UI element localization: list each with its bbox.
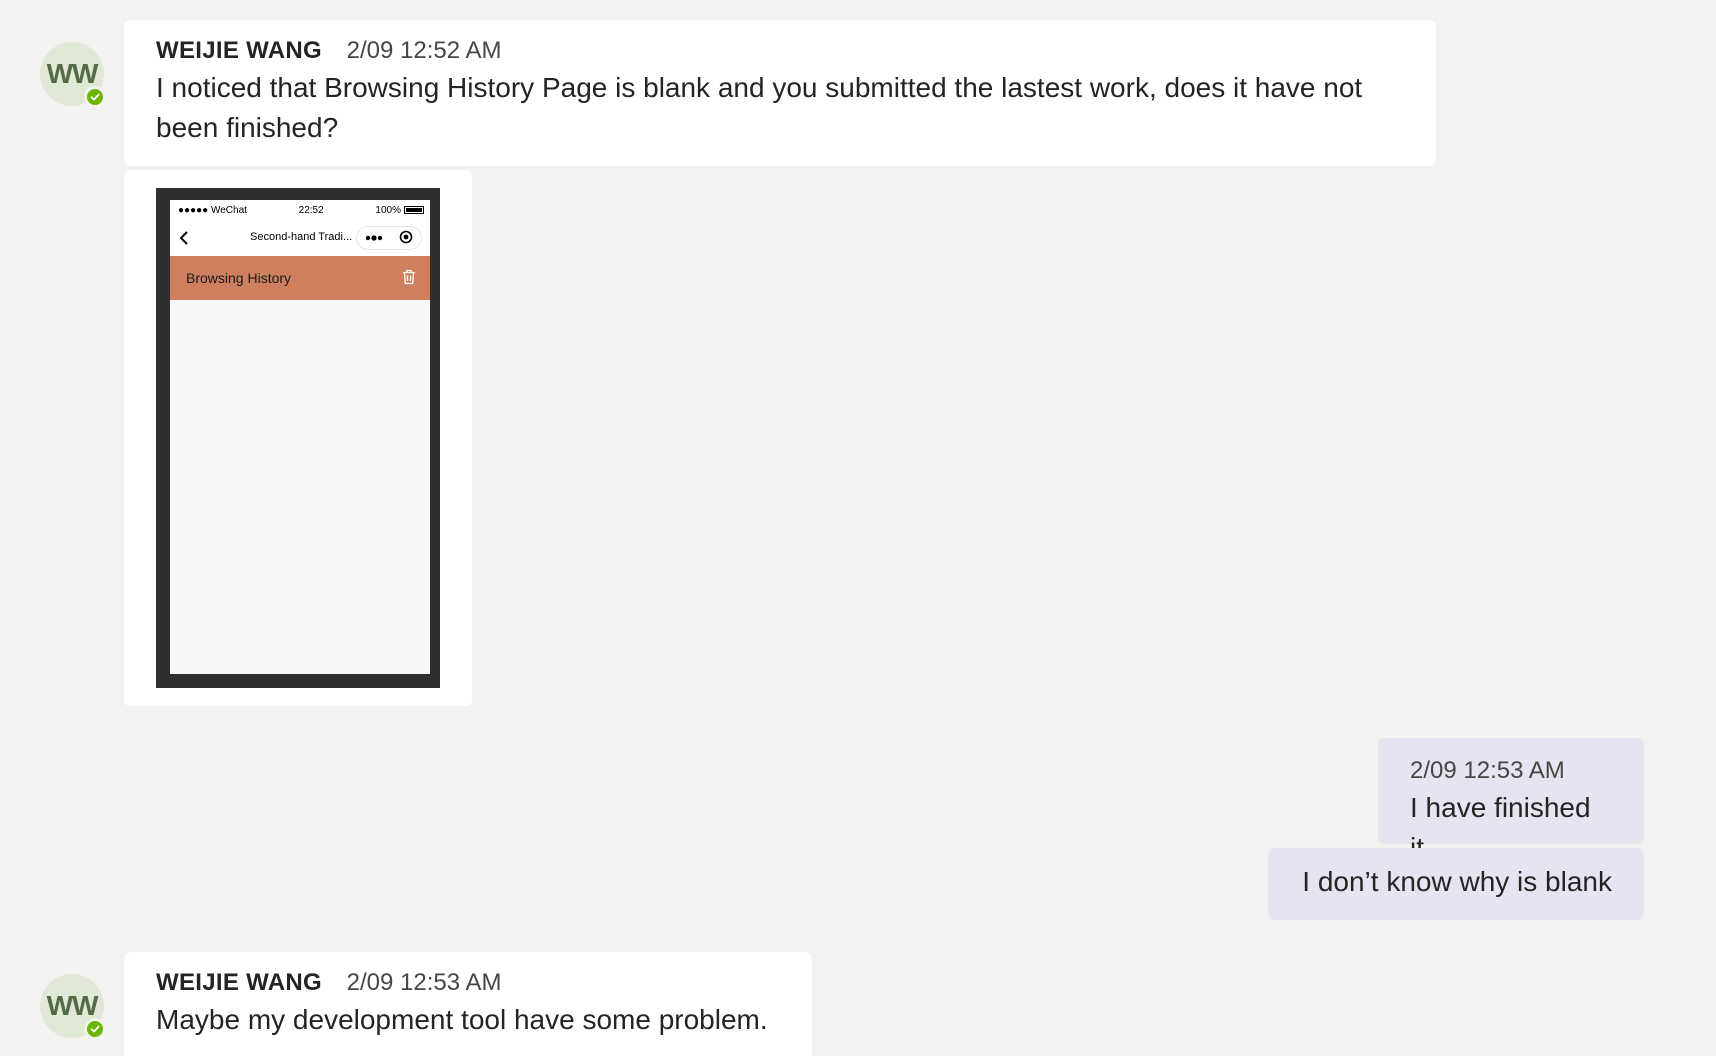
- my-message-card[interactable]: I don’t know why is blank: [1268, 848, 1644, 920]
- avatar[interactable]: WW: [40, 974, 106, 1040]
- presence-available-icon: [84, 86, 106, 108]
- my-message-timestamp: 2/09 12:53 AM: [1410, 757, 1565, 784]
- signal-carrier: ●●●●● WeChat: [178, 204, 247, 216]
- battery-percent: 100%: [375, 204, 401, 216]
- my-message-card[interactable]: 2/09 12:53 AM I have finished it: [1378, 738, 1644, 863]
- mini-program-title: Second-hand Tradi...: [250, 231, 353, 243]
- message-text: I noticed that Browsing History Page is …: [156, 72, 1363, 143]
- mini-program-capsule: [356, 226, 422, 250]
- avatar[interactable]: WW: [40, 42, 106, 108]
- avatar-initials: WW: [46, 58, 99, 89]
- browsing-history-title: Browsing History: [186, 270, 292, 286]
- message-text: Maybe my development tool have some prob…: [156, 1004, 768, 1035]
- sender-name: WEIJIE WANG: [156, 969, 322, 996]
- back-chevron-icon: [178, 230, 190, 249]
- attached-screenshot[interactable]: ●●●●● WeChat 22:52 100% Second-hand Trad…: [156, 188, 440, 688]
- my-message-text: I don’t know why is blank: [1302, 866, 1612, 897]
- more-dots-icon: [365, 232, 383, 244]
- battery-icon: [404, 206, 424, 214]
- phone-nav-bar: Second-hand Tradi...: [170, 220, 430, 256]
- browsing-history-header: Browsing History: [170, 256, 430, 300]
- close-circle-icon: [399, 230, 413, 247]
- message-timestamp: 2/09 12:52 AM: [346, 37, 502, 64]
- phone-status-bar: ●●●●● WeChat 22:52 100%: [170, 200, 430, 220]
- message-card[interactable]: WEIJIE WANG 2/09 12:53 AM Maybe my devel…: [124, 952, 812, 1056]
- sender-name: WEIJIE WANG: [156, 37, 322, 64]
- trash-icon: [402, 269, 416, 288]
- avatar-initials: WW: [46, 990, 99, 1021]
- presence-available-icon: [84, 1018, 106, 1040]
- message-timestamp: 2/09 12:53 AM: [346, 969, 502, 996]
- phone-screen: ●●●●● WeChat 22:52 100% Second-hand Trad…: [170, 200, 430, 674]
- status-time: 22:52: [298, 204, 324, 216]
- message-card[interactable]: WEIJIE WANG 2/09 12:52 AM I noticed that…: [124, 20, 1436, 166]
